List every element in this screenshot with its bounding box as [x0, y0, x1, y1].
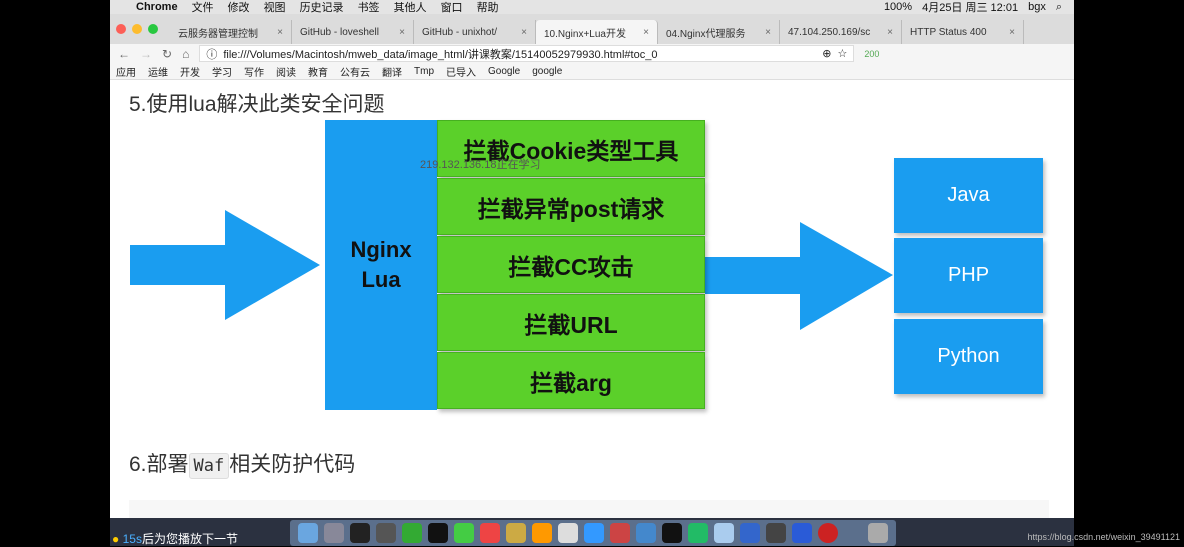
next-video-notice: ● 15s后为您播放下一节: [112, 532, 238, 546]
extension-badge[interactable]: 200: [864, 49, 879, 59]
viewer-watermark: 219.132.136.18正在学习: [420, 159, 541, 171]
close-window-button[interactable]: [116, 24, 126, 34]
terminal-icon[interactable]: [350, 523, 370, 543]
chrome-icon[interactable]: [480, 523, 500, 543]
address-bar[interactable]: ⓘ file:///Volumes/Macintosh/mweb_data/ima…: [199, 45, 855, 62]
bookmark-folder[interactable]: 阅读: [276, 64, 296, 79]
section-heading: 6.部署 Waf 相关防护代码: [129, 448, 355, 479]
close-tab-icon[interactable]: ×: [521, 27, 527, 38]
menu-item[interactable]: 窗口: [441, 0, 463, 15]
zoom-icon[interactable]: ⊕: [822, 47, 831, 60]
page-content: 5.使用lua解决此类安全问题 Nginx Lua 拦截Cookie类型工具 拦截…: [110, 80, 1074, 518]
app-icon[interactable]: [766, 523, 786, 543]
finder-icon[interactable]: [298, 523, 318, 543]
bookmark-folder[interactable]: Tmp: [414, 66, 434, 77]
rule-box: 拦截URL: [437, 294, 705, 351]
close-tab-icon[interactable]: ×: [887, 27, 893, 38]
info-icon: ⓘ: [206, 48, 218, 61]
forward-icon[interactable]: →: [140, 47, 152, 61]
close-tab-icon[interactable]: ×: [1009, 27, 1015, 38]
bookmark[interactable]: google: [532, 66, 562, 77]
app-icon[interactable]: [688, 523, 708, 543]
menu-item[interactable]: 书签: [358, 0, 380, 15]
bookmark-star-icon[interactable]: ☆: [837, 47, 847, 60]
app-icon[interactable]: [558, 523, 578, 543]
backend-box: PHP: [894, 238, 1043, 313]
mac-menubar: Chrome 文件 修改 视图 历史记录 书签 其他人 窗口 帮助 100% 4…: [110, 0, 1074, 14]
word-icon[interactable]: [792, 523, 812, 543]
menu-item[interactable]: 历史记录: [300, 0, 344, 15]
pycharm-icon[interactable]: [402, 523, 422, 543]
bookmark-folder[interactable]: 学习: [212, 64, 232, 79]
tab[interactable]: HTTP Status 400 ×: [902, 20, 1024, 44]
menu-item[interactable]: 其他人: [394, 0, 427, 15]
timer-icon: ●: [112, 532, 120, 546]
wechat-icon[interactable]: [454, 523, 474, 543]
close-tab-icon[interactable]: ×: [643, 27, 649, 38]
rule-box: 拦截异常post请求: [437, 178, 705, 235]
menu-item[interactable]: 帮助: [477, 0, 499, 15]
back-icon[interactable]: ←: [118, 47, 130, 61]
backend-box: Python: [894, 319, 1043, 394]
app-icon[interactable]: [506, 523, 526, 543]
bookmark-folder[interactable]: 写作: [244, 64, 264, 79]
bookmark-folder[interactable]: 公有云: [340, 64, 370, 79]
source-credit: https://blog.csdn.net/weixin_39491121: [1027, 532, 1180, 542]
bookmark[interactable]: Google: [488, 66, 520, 77]
bookmarks-bar: 应用 运维 开发 学习 写作 阅读 教育 公有云 翻译 Tmp 已导入 Goog…: [110, 63, 1074, 80]
app-icon[interactable]: [818, 523, 838, 543]
clock[interactable]: 4月25日 周三 12:01: [922, 0, 1018, 15]
app-icon[interactable]: [610, 523, 630, 543]
arrow-left: [130, 210, 320, 320]
app-icon[interactable]: [714, 523, 734, 543]
qq-icon[interactable]: [428, 523, 448, 543]
home-icon[interactable]: ⌂: [182, 47, 189, 61]
sublime-icon[interactable]: [532, 523, 552, 543]
bookmark-folder[interactable]: 运维: [148, 64, 168, 79]
close-tab-icon[interactable]: ×: [277, 27, 283, 38]
app-icon[interactable]: [584, 523, 604, 543]
toolbar: ← → ↻ ⌂ ⓘ file:///Volumes/Macintosh/mweb_…: [110, 44, 1074, 63]
inline-code: Waf: [188, 453, 230, 479]
battery-status[interactable]: 100%: [884, 1, 912, 13]
tab[interactable]: GitHub - loveshell ×: [292, 20, 414, 44]
backend-box: Java: [894, 158, 1043, 233]
zoom-window-button[interactable]: [148, 24, 158, 34]
search-icon[interactable]: ⌕: [1056, 1, 1062, 14]
launchpad-icon[interactable]: [324, 523, 344, 543]
rule-box: 拦截CC攻击: [437, 236, 705, 293]
tab[interactable]: 47.104.250.169/sc ×: [780, 20, 902, 44]
close-tab-icon[interactable]: ×: [399, 27, 405, 38]
tab-bar: 云服务器管理控制 × GitHub - loveshell × GitHub - u…: [110, 14, 1074, 44]
rule-box: 拦截arg: [437, 352, 705, 409]
menu-item[interactable]: 视图: [264, 0, 286, 15]
minimize-window-button[interactable]: [132, 24, 142, 34]
app-icon[interactable]: [376, 523, 396, 543]
bookmark-folder[interactable]: 教育: [308, 64, 328, 79]
tab[interactable]: 云服务器管理控制 ×: [170, 20, 292, 44]
tab-active[interactable]: 10.Nginx+Lua开发 ×: [536, 20, 658, 44]
screen: Chrome 文件 修改 视图 历史记录 书签 其他人 窗口 帮助 100% 4…: [110, 0, 1074, 546]
tab[interactable]: GitHub - unixhot/×: [414, 20, 536, 44]
tab[interactable]: 04.Nginx代理服务 ×: [658, 20, 780, 44]
code-block: [129, 500, 1049, 518]
menu-item[interactable]: 修改: [228, 0, 250, 15]
close-tab-icon[interactable]: ×: [765, 27, 771, 38]
dock: [290, 520, 896, 546]
app-icon[interactable]: [740, 523, 760, 543]
bookmark[interactable]: 应用: [116, 64, 136, 79]
menu-item[interactable]: 文件: [192, 0, 214, 15]
bookmark-folder[interactable]: 开发: [180, 64, 200, 79]
trash-icon[interactable]: [868, 523, 888, 543]
arrow-right: [705, 222, 893, 330]
reload-icon[interactable]: ↻: [162, 47, 172, 61]
qq-icon[interactable]: [662, 523, 682, 543]
bookmark-folder[interactable]: 翻译: [382, 64, 402, 79]
user-name[interactable]: bgx: [1028, 1, 1046, 13]
app-icon[interactable]: [636, 523, 656, 543]
menu-app[interactable]: Chrome: [136, 1, 178, 13]
bookmark-folder[interactable]: 已导入: [446, 64, 476, 79]
